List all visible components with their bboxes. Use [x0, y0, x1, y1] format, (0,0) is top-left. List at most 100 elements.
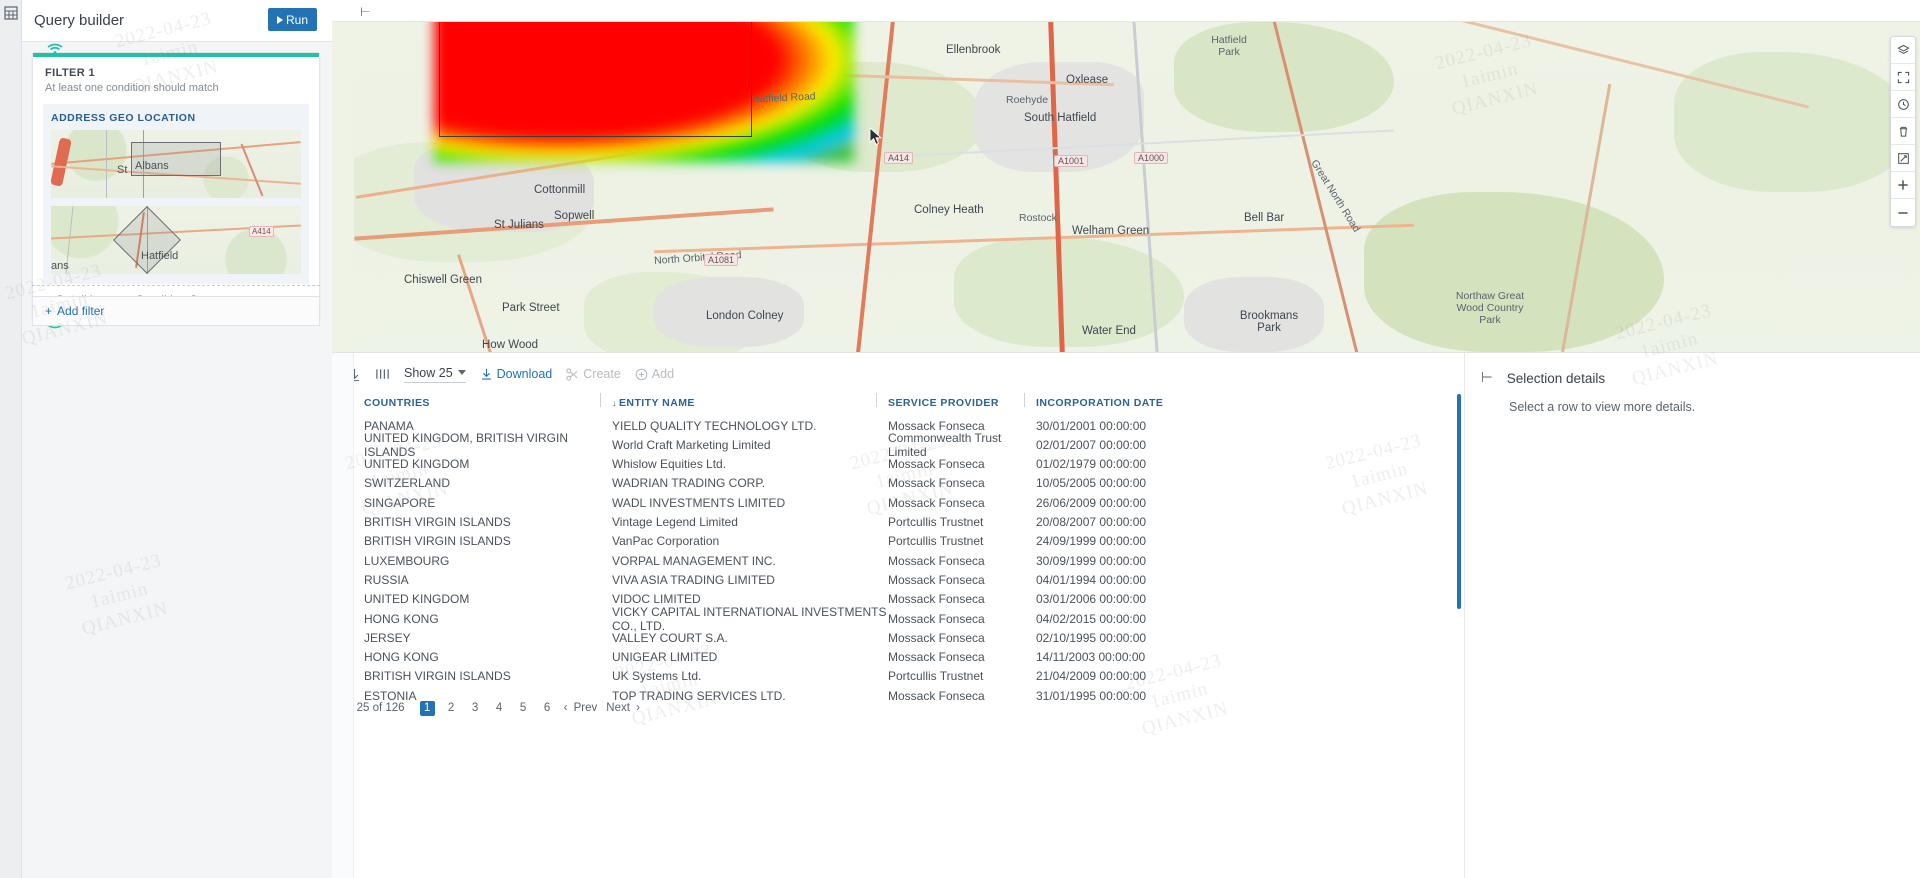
cell-entity-name: Vintage Legend Limited: [612, 515, 738, 529]
table-row[interactable]: UNITED KINGDOM VIDOC LIMITED Mossack Fonse…: [332, 590, 1464, 609]
draw-icon[interactable]: [1891, 145, 1915, 172]
column-header-incorporation-date[interactable]: INCORPORATION DATE: [1024, 393, 1236, 409]
selection-details-empty-text: Select a row to view more details.: [1509, 400, 1696, 414]
map-label: South Hatfield: [1024, 112, 1097, 124]
cell-entity-name: WADL INVESTMENTS LIMITED: [612, 495, 786, 510]
table-row[interactable]: BRITISH VIRGIN ISLANDS Vintage Legend Lim…: [332, 513, 1464, 532]
collapse-left-icon[interactable]: ⊢: [360, 5, 370, 19]
cell-incorporation-date: 01/02/1979 00:00:00: [1036, 457, 1147, 472]
table-row[interactable]: SINGAPORE WADL INVESTMENTS LIMITED Mossack…: [332, 493, 1464, 512]
left-rail: [0, 0, 22, 878]
run-button[interactable]: Run: [268, 8, 317, 31]
map-label: Hatfield Park: [1211, 34, 1247, 58]
page-button-4[interactable]: 4: [492, 701, 507, 716]
map-label: Bell Bar: [1244, 212, 1285, 224]
column-header-entity-name[interactable]: ↓ ENTITY NAME: [600, 393, 888, 409]
horizontal-splitter[interactable]: [332, 352, 1920, 353]
results-left-rail: [332, 352, 354, 878]
play-icon: [276, 15, 283, 24]
layers-icon[interactable]: [1891, 37, 1915, 64]
page-button-3[interactable]: 3: [468, 701, 483, 716]
table-row[interactable]: SWITZERLAND WADRIAN TRADING CORP. Mossack …: [332, 474, 1464, 493]
table-row[interactable]: JERSEY VALLEY COURT S.A. Mossack Fonseca 02…: [332, 628, 1464, 647]
table-toolbar: Show 25 Download Create Add: [332, 360, 1464, 388]
map-canvas[interactable]: Ellenbrook Oxlease South Hatfield Hatfie…: [354, 22, 1920, 352]
zoom-in-icon[interactable]: [1891, 172, 1915, 199]
page-button-6[interactable]: 6: [540, 701, 555, 716]
table-row[interactable]: LUXEMBOURG VORPAL MANAGEMENT INC. Mossack …: [332, 551, 1464, 570]
fullscreen-icon[interactable]: [1891, 64, 1915, 91]
table-scrollbar[interactable]: [1457, 394, 1461, 609]
selection-rectangle[interactable]: [439, 22, 752, 137]
show-rows-select[interactable]: Show 25: [404, 366, 466, 383]
geo-preview-map-1[interactable]: St Albans: [51, 130, 301, 198]
prev-page-button[interactable]: ‹ Prev: [564, 702, 598, 714]
geo-preview-label-st: St: [117, 164, 128, 176]
selection-details-title: Selection details: [1506, 370, 1606, 386]
filter-divider: [32, 285, 320, 286]
next-page-button[interactable]: Next ›: [606, 702, 640, 714]
cell-countries: HONG KONG: [364, 650, 439, 665]
cell-entity-name: World Craft Marketing Limited: [612, 437, 771, 452]
zoom-out-icon[interactable]: [1891, 199, 1915, 226]
column-header-countries[interactable]: COUNTRIES: [364, 397, 612, 409]
cell-service-provider: Mossack Fonseca: [888, 611, 985, 626]
grid-icon[interactable]: [4, 6, 18, 20]
cell-service-provider: Mossack Fonseca: [888, 457, 985, 472]
table-row[interactable]: HONG KONG UNIGEAR LIMITED Mossack Fonseca 1…: [332, 648, 1464, 667]
map-label: Park Street: [502, 302, 560, 314]
table-row[interactable]: BRITISH VIRGIN ISLANDS VanPac Corporation…: [332, 532, 1464, 551]
selection-details-header: ⊢ Selection details: [1481, 370, 1605, 386]
columns-icon[interactable]: [375, 368, 390, 380]
cell-entity-name: Whislow Equities Ltd.: [612, 457, 727, 472]
application-window: Query builder Run FILTER 1 At least one …: [0, 0, 1920, 878]
cell-entity-name: UK Systems Ltd.: [612, 669, 702, 684]
table-row[interactable]: HONG KONG VICKY CAPITAL INTERNATIONAL INV…: [332, 605, 1464, 633]
delete-icon[interactable]: [1891, 118, 1915, 145]
cell-incorporation-date: 21/04/2009 00:00:00: [1036, 669, 1147, 684]
table-row[interactable]: UNITED KINGDOM, BRITISH VIRGIN ISLANDS Wo…: [332, 431, 1464, 459]
page-button-5[interactable]: 5: [516, 701, 531, 716]
road-shield-a414: A414: [249, 226, 274, 237]
add-filter-label: Add filter: [57, 304, 105, 318]
history-icon[interactable]: [1891, 91, 1915, 118]
cell-countries: RUSSIA: [364, 572, 409, 587]
create-button[interactable]: Create: [566, 367, 621, 381]
map-panel[interactable]: ⊢ Ellenbrook Oxlease South Hatfield Hatf…: [332, 0, 1920, 352]
condition-title: ADDRESS GEO LOCATION: [51, 112, 196, 124]
cell-countries: BRITISH VIRGIN ISLANDS: [364, 515, 511, 529]
geo-preview-map-2[interactable]: Hatfield ans A414: [51, 206, 301, 274]
cell-incorporation-date: 30/09/1999 00:00:00: [1036, 553, 1147, 568]
column-header-service-provider[interactable]: SERVICE PROVIDER: [876, 393, 1036, 409]
table-row[interactable]: BRITISH VIRGIN ISLANDS UK Systems Ltd. Por…: [332, 667, 1464, 686]
map-label: Chiswell Green: [404, 274, 482, 286]
table-row[interactable]: RUSSIA VIVA ASIA TRADING LIMITED Mossack F…: [332, 570, 1464, 589]
pagination: 1 - 25 of 126 1 2 3 4 5 6 ‹ Prev Next ›: [332, 697, 1464, 719]
cell-incorporation-date: 02/01/2007 00:00:00: [1036, 437, 1147, 452]
cell-countries: LUXEMBOURG: [364, 553, 450, 568]
table-row[interactable]: UNITED KINGDOM Whislow Equities Ltd. Mossa…: [332, 455, 1464, 474]
add-button[interactable]: Add: [635, 367, 674, 381]
create-label: Create: [583, 367, 621, 381]
cell-incorporation-date: 10/05/2005 00:00:00: [1036, 476, 1147, 491]
map-label: Roehyde: [1006, 94, 1049, 106]
cell-countries: BRITISH VIRGIN ISLANDS: [364, 669, 511, 684]
download-label: Download: [496, 367, 553, 381]
page-button-2[interactable]: 2: [444, 701, 459, 716]
map-top-strip: [332, 0, 1920, 22]
query-builder-header: Query builder Run: [22, 0, 332, 42]
collapse-right-icon[interactable]: ⊢: [1481, 370, 1493, 386]
cell-service-provider: Mossack Fonseca: [888, 553, 985, 568]
cell-service-provider: Mossack Fonseca: [888, 572, 985, 587]
map-label: Brookmans Park: [1239, 310, 1299, 334]
query-builder-panel: Query builder Run FILTER 1 At least one …: [22, 0, 332, 878]
geo-preview-label-ans: ans: [51, 260, 69, 272]
add-filter-button[interactable]: + Add filter: [32, 296, 320, 326]
add-label: Add: [651, 367, 675, 381]
map-label: Cottonmill: [534, 184, 586, 196]
map-label: Colney Heath: [914, 204, 984, 216]
map-controls: [1890, 36, 1916, 227]
download-button[interactable]: Download: [480, 367, 553, 381]
road-shield: A1001: [1054, 155, 1089, 167]
page-button-1[interactable]: 1: [419, 700, 435, 716]
